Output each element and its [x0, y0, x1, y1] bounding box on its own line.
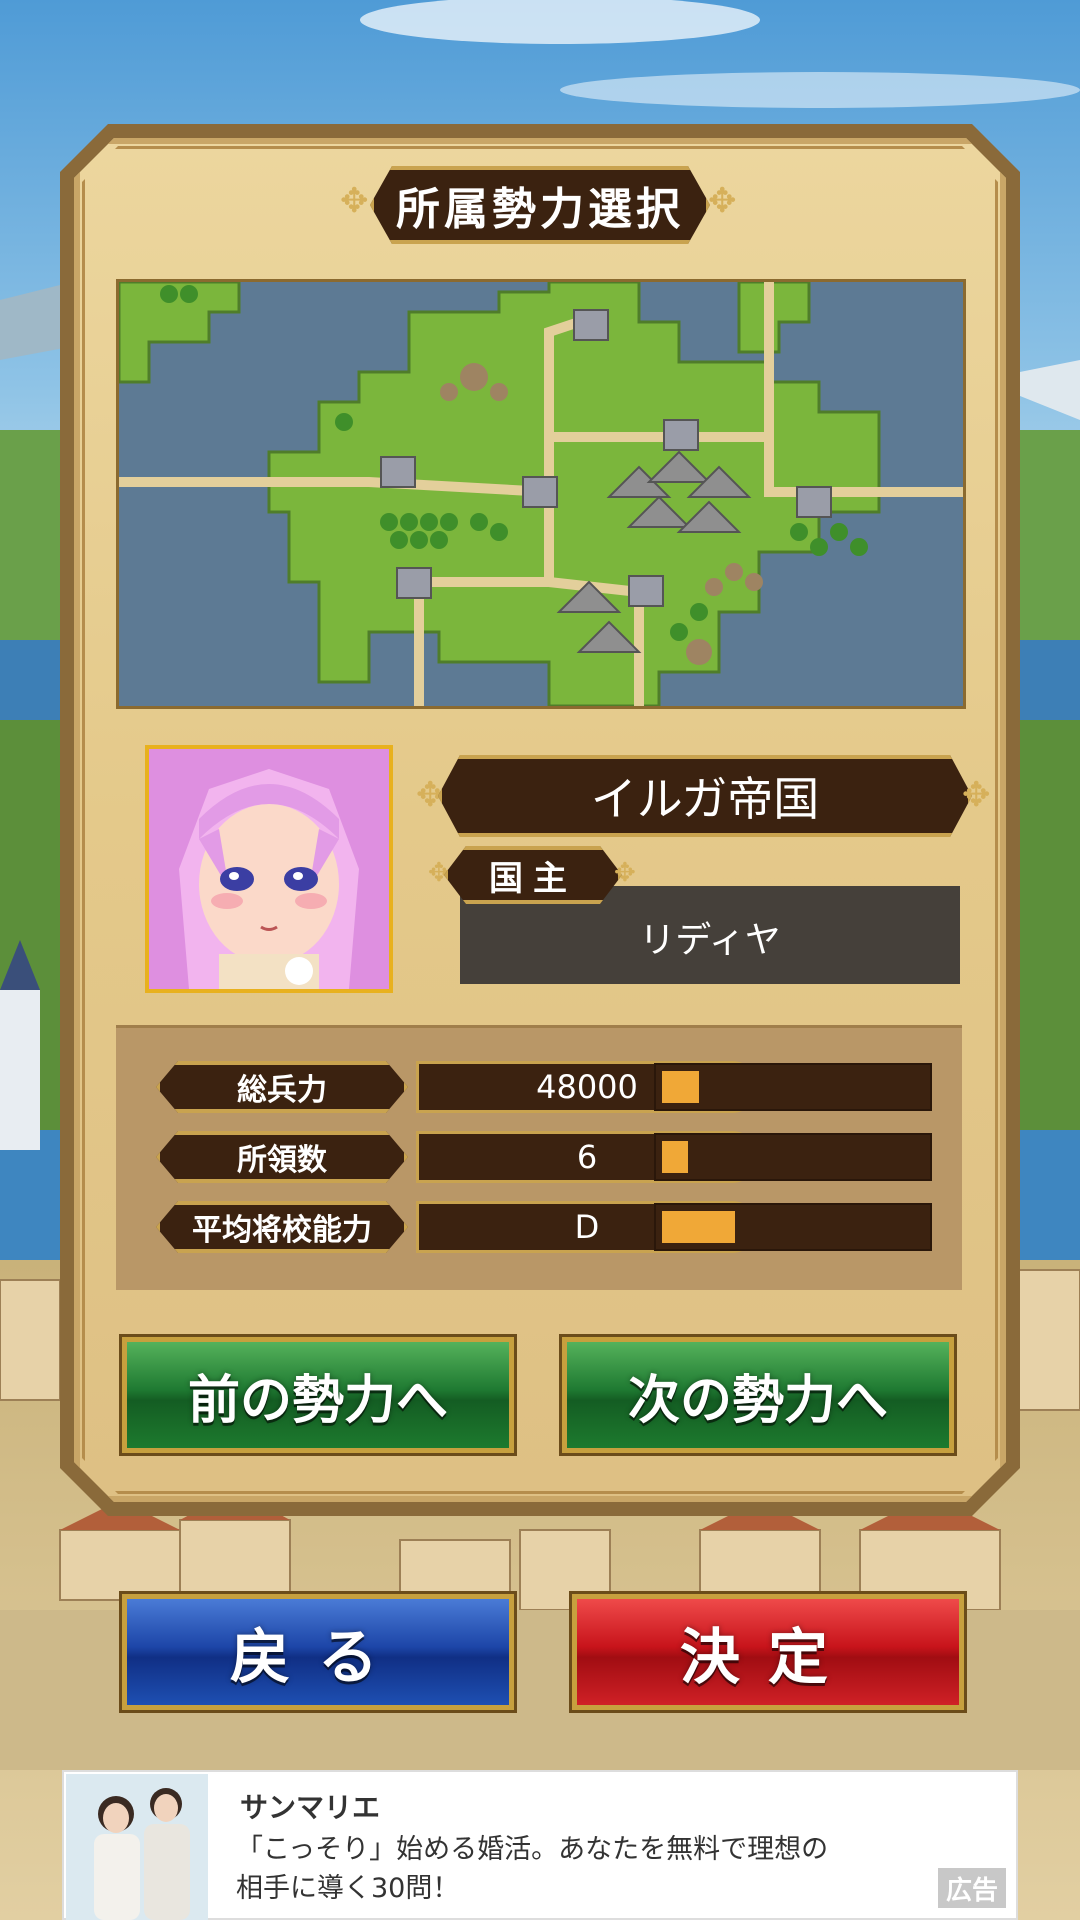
stat-label-territories: 所領数 [156, 1131, 408, 1183]
ad-text-line-2: 相手に導く30問！ [236, 1873, 460, 1904]
faction-flourish-right-icon: ✥ [962, 775, 991, 815]
previous-faction-button[interactable]: 前の勢力へ [122, 1337, 514, 1453]
title-flourish-right-icon: ✥ [708, 181, 737, 221]
stat-label-troops: 総兵力 [156, 1061, 408, 1113]
ad-title[interactable]: サンマリエ [240, 1786, 380, 1826]
stat-label-officer-ability: 平均将校能力 [156, 1201, 408, 1253]
stat-bar-fill-troops [662, 1071, 699, 1103]
page-title: 所属勢力選択 [370, 166, 710, 244]
ad-text-line-1: 「こっそり」始める婚活。あなたを無料で理想の [236, 1834, 829, 1865]
stat-bar-fill-territories [662, 1141, 688, 1173]
ruler-portrait [145, 745, 393, 993]
ruler-portrait-image [149, 749, 389, 989]
stat-bar-officer-ability [654, 1203, 932, 1251]
ad-badge: 広告 [938, 1868, 1006, 1908]
stats-panel: 総兵力 48000 所領数 6 平均将校能力 D [116, 1025, 962, 1290]
ad-banner[interactable]: サンマリエ 「こっそり」始める婚活。あなたを無料で理想の 相手に導く30問！ 広… [62, 1770, 1018, 1920]
confirm-button[interactable]: 決定 [572, 1594, 964, 1710]
world-map[interactable] [116, 279, 966, 709]
faction-name: イルガ帝国 [438, 755, 972, 837]
next-faction-button[interactable]: 次の勢力へ [562, 1337, 954, 1453]
ad-text[interactable]: 「こっそり」始める婚活。あなたを無料で理想の 相手に導く30問！ [236, 1830, 956, 1908]
stat-bar-troops [654, 1063, 932, 1111]
ruler-label: 国主 [444, 846, 622, 904]
stat-bar-territories [654, 1133, 932, 1181]
stat-bar-fill-officer-ability [662, 1211, 735, 1243]
ad-couple-image [66, 1774, 208, 1920]
title-flourish-left-icon: ✥ [340, 181, 369, 221]
ad-image[interactable] [66, 1774, 208, 1920]
world-map-image [119, 282, 963, 706]
ruler-flourish-right-icon: ✥ [614, 858, 636, 888]
back-button[interactable]: 戻る [122, 1594, 514, 1710]
